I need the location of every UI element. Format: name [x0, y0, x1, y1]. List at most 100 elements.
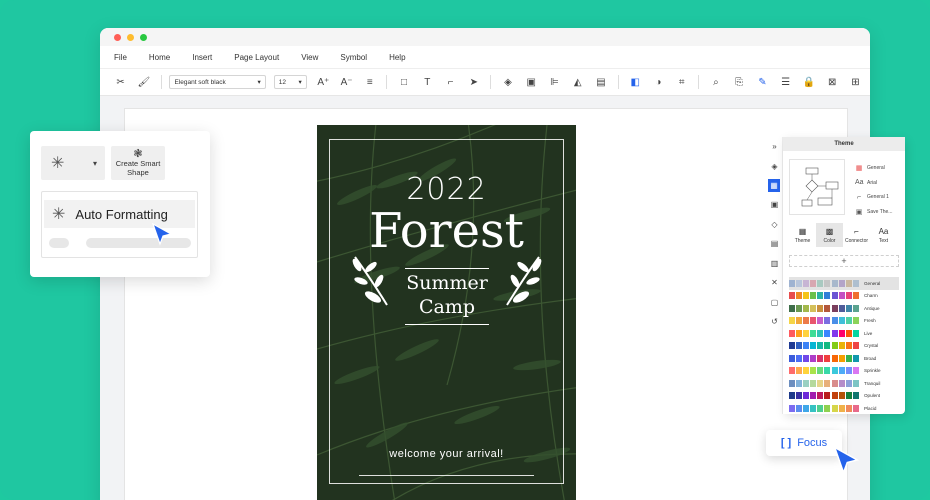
data-icon[interactable]: ▥	[766, 254, 783, 274]
color-swatch	[852, 404, 859, 412]
color-swatch	[845, 404, 852, 412]
align-left-icon[interactable]: ⊫	[546, 73, 563, 91]
font-size-select[interactable]: 12 ▾	[273, 75, 307, 89]
color-swatch	[817, 404, 824, 412]
palette-row[interactable]: Live	[789, 327, 899, 340]
create-smart-shape-button[interactable]: ❃ Create Smart Shape	[111, 146, 165, 180]
color-swatch	[789, 279, 795, 287]
menu-help[interactable]: Help	[389, 53, 405, 62]
add-palette-button[interactable]: +	[789, 255, 899, 267]
menu-view[interactable]: View	[301, 53, 318, 62]
increase-font-icon[interactable]: A⁺	[315, 73, 332, 91]
poster[interactable]: 2022 Forest Summer Camp welcome your arr…	[317, 125, 576, 500]
theme-option[interactable]: ⌐ General 1	[855, 190, 892, 205]
menu-home[interactable]: Home	[149, 53, 170, 62]
minimize-window-dot[interactable]	[127, 33, 134, 41]
color-swatch	[803, 392, 810, 400]
theme-option[interactable]: ▦ General	[855, 161, 892, 176]
search-icon[interactable]: ⌕	[707, 73, 724, 91]
theme-icon[interactable]: ▦	[768, 179, 780, 192]
color-swatch	[810, 392, 817, 400]
close-window-dot[interactable]	[114, 33, 121, 41]
menu-file[interactable]: File	[114, 53, 127, 62]
color-swatch	[817, 354, 824, 362]
color-swatch	[824, 329, 831, 337]
history-icon[interactable]: ↺	[766, 312, 783, 332]
color-swatch	[796, 329, 803, 337]
color-swatch	[810, 354, 817, 362]
fill-color-icon[interactable]: ◧	[627, 73, 644, 91]
tab-color[interactable]: ▩ Color	[816, 223, 843, 247]
font-family-select[interactable]: Elegant soft black ▾	[169, 75, 266, 89]
palette-row[interactable]: Opulent	[789, 390, 899, 403]
tab-theme[interactable]: ▦ Theme	[789, 223, 816, 247]
menu-page-layout[interactable]: Page Layout	[234, 53, 279, 62]
close-box-icon[interactable]: ⊠	[824, 73, 841, 91]
flip-icon[interactable]: ◭	[569, 73, 586, 91]
crop-icon[interactable]: ⌗	[673, 73, 690, 91]
loading-dropdown-button[interactable]: ✳ ▾	[41, 146, 105, 180]
menu-insert[interactable]: Insert	[192, 53, 212, 62]
tab-text[interactable]: Aa Text	[870, 223, 897, 247]
palette-row[interactable]: Placid	[789, 402, 899, 415]
color-swatch	[803, 279, 810, 287]
poster-year[interactable]: 2022	[317, 172, 576, 207]
divider	[386, 75, 388, 89]
poster-title[interactable]: Forest	[317, 203, 576, 259]
decrease-font-icon[interactable]: A⁻	[338, 73, 355, 91]
theme-panel: Theme ▦ General Aa Arial ⌐ General 1 ▣ Save …	[783, 137, 905, 414]
tab-connector-label: Connector	[844, 237, 869, 244]
layers-icon[interactable]: ◇	[766, 215, 783, 235]
palette-row[interactable]: Fresh	[789, 315, 899, 328]
color-swatch	[796, 342, 803, 350]
color-swatch	[789, 292, 795, 300]
poster-subtitle[interactable]: Summer Camp	[397, 271, 497, 319]
color-swatch	[824, 342, 831, 350]
more-icon[interactable]: ⊞	[847, 73, 864, 91]
connector-icon: ⌐	[856, 193, 862, 201]
format-painter-icon[interactable]: 🖌	[135, 73, 152, 91]
color-swatch	[831, 317, 838, 325]
lock-icon[interactable]: 🔒	[800, 73, 817, 91]
align-icon[interactable]: ≡	[361, 73, 378, 91]
color-swatch	[845, 354, 852, 362]
connector-icon[interactable]: ⌐	[442, 73, 459, 91]
palette-row[interactable]: Tranquil	[789, 377, 899, 390]
palette-row[interactable]: General	[789, 277, 899, 290]
color-swatch	[789, 379, 795, 387]
presentation-icon[interactable]: ▢	[766, 293, 783, 313]
palette-row[interactable]: Sprinkle	[789, 365, 899, 378]
palette-name: Charm	[863, 293, 878, 299]
color-swatch	[824, 279, 831, 287]
fill-icon[interactable]: ◈	[766, 157, 783, 177]
palette-row[interactable]: Antique	[789, 302, 899, 315]
color-swatch	[838, 329, 845, 337]
tab-connector[interactable]: ⌐ Connector	[843, 223, 870, 247]
pointer-icon[interactable]: ➤	[465, 73, 482, 91]
line-style-icon[interactable]: ☰	[777, 73, 794, 91]
theme-preview[interactable]	[789, 159, 845, 215]
maximize-window-dot[interactable]	[140, 33, 147, 41]
group-icon[interactable]: ▣	[523, 73, 540, 91]
distribute-icon[interactable]: ▤	[592, 73, 609, 91]
text-icon[interactable]: T	[419, 73, 436, 91]
menu-symbol[interactable]: Symbol	[340, 53, 367, 62]
image-icon[interactable]: ▣	[766, 195, 783, 215]
color-swatch	[838, 279, 845, 287]
cut-icon[interactable]: ✂	[112, 73, 129, 91]
fit-icon[interactable]: ✕	[766, 273, 783, 293]
line-color-icon[interactable]: ✎	[754, 73, 771, 91]
layers-icon[interactable]: ◈	[499, 73, 516, 91]
palette-row[interactable]: Broad	[789, 352, 899, 365]
collapse-icon[interactable]: »	[766, 137, 783, 157]
shape-style-icon[interactable]: ◑	[650, 73, 667, 91]
page-icon[interactable]: ▤	[766, 234, 783, 254]
palette-row[interactable]: Crystal	[789, 340, 899, 353]
theme-option[interactable]: Aa Arial	[855, 176, 892, 191]
poster-welcome-text[interactable]: welcome your arrival!	[317, 448, 576, 460]
color-swatch	[824, 392, 831, 400]
find-replace-icon[interactable]: ⎘	[731, 73, 748, 91]
palette-row[interactable]: Charm	[789, 290, 899, 303]
rectangle-icon[interactable]: □	[395, 73, 412, 91]
theme-option[interactable]: ▣ Save The...	[855, 205, 893, 220]
